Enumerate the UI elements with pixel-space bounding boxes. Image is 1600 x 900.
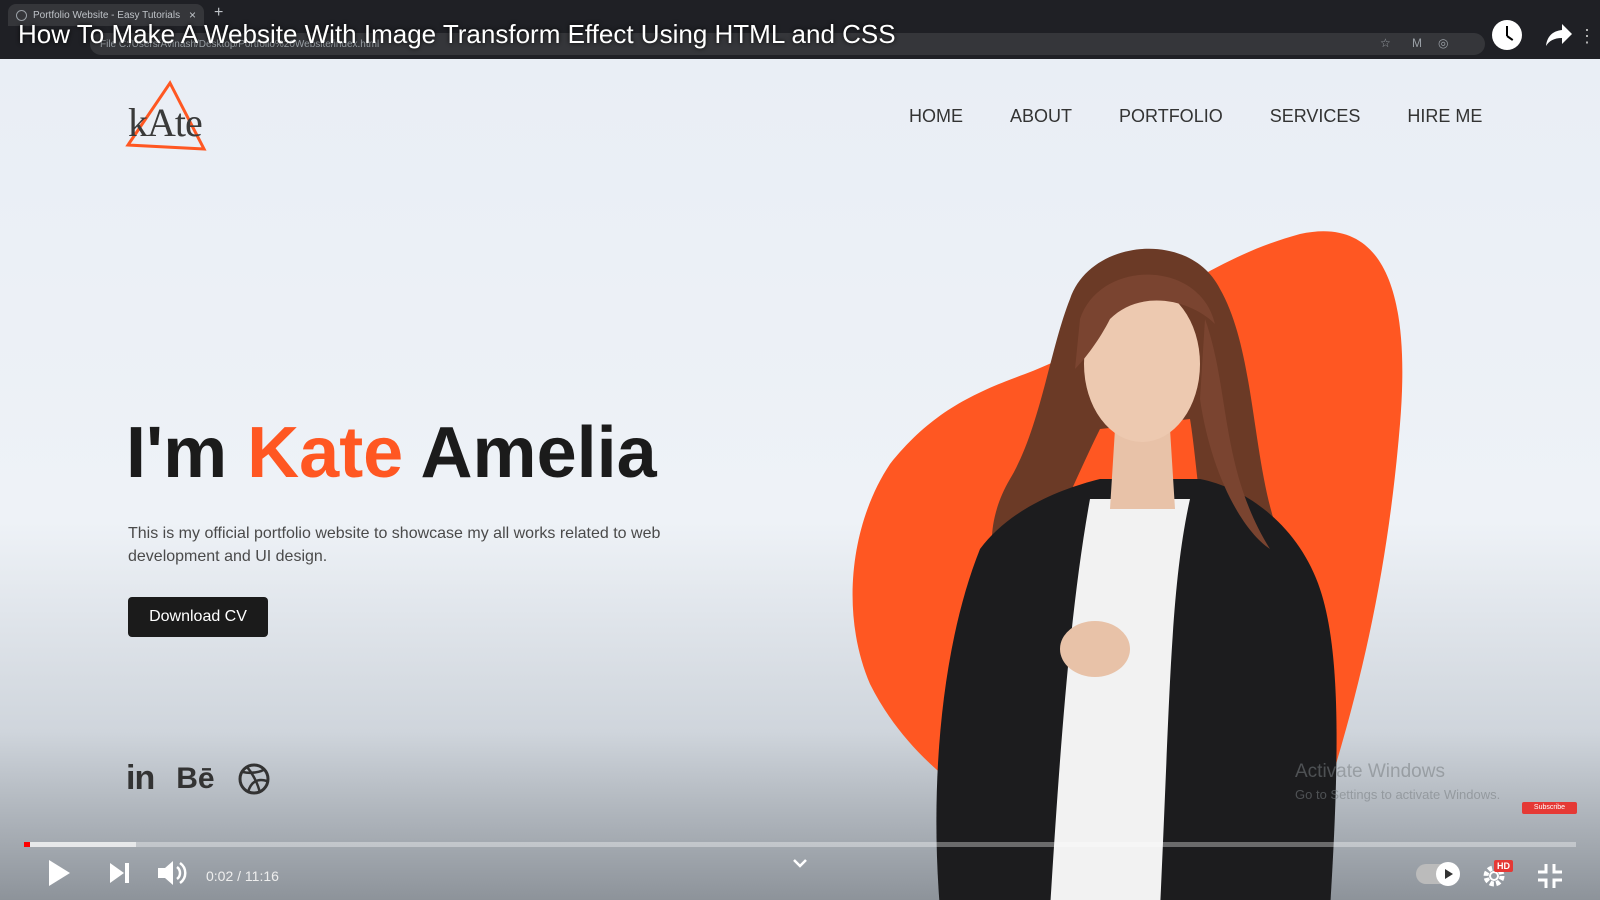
watermark-line-1: Activate Windows: [1295, 761, 1445, 782]
nav-portfolio[interactable]: PORTFOLIO: [1119, 106, 1223, 127]
windows-activation-watermark: Activate Windows Go to Settings to activ…: [1295, 761, 1500, 802]
video-progress-bar[interactable]: [24, 842, 1576, 847]
hero-title: I'm Kate Amelia: [126, 412, 657, 494]
star-icon[interactable]: ☆: [1380, 36, 1391, 50]
subscribe-badge[interactable]: Subscribe: [1522, 802, 1577, 814]
dribbble-icon[interactable]: [237, 762, 271, 796]
time-display: 0:02 / 11:16: [206, 868, 279, 884]
hero-title-accent: Kate: [247, 413, 404, 493]
autoplay-play-icon: [1436, 862, 1460, 886]
nav-hire-me[interactable]: HIRE ME: [1407, 106, 1482, 127]
play-icon[interactable]: [46, 858, 72, 888]
hero-title-prefix: I'm: [126, 413, 248, 493]
hero-title-suffix: Amelia: [403, 413, 657, 493]
social-links: in Bē: [126, 759, 271, 798]
website-viewport: kAte HOME ABOUT PORTFOLIO SERVICES HIRE …: [0, 59, 1600, 900]
share-icon[interactable]: [1544, 22, 1574, 48]
logo-text: kAte: [128, 100, 203, 145]
autoplay-toggle[interactable]: [1416, 862, 1460, 886]
nav-home[interactable]: HOME: [909, 106, 963, 127]
watermark-line-2: Go to Settings to activate Windows.: [1295, 787, 1501, 802]
linkedin-icon[interactable]: in: [126, 759, 155, 798]
main-nav: HOME ABOUT PORTFOLIO SERVICES HIRE ME: [909, 106, 1482, 127]
more-options-icon[interactable]: ⋮: [1578, 26, 1596, 47]
hd-quality-badge: HD: [1494, 860, 1513, 872]
progress-buffered: [24, 842, 136, 847]
behance-icon[interactable]: Bē: [176, 762, 214, 796]
gmail-extension-icon[interactable]: M: [1412, 36, 1422, 50]
volume-icon[interactable]: [156, 858, 190, 888]
progress-played: [24, 842, 30, 847]
extension-icon[interactable]: ◎: [1438, 36, 1448, 50]
nav-about[interactable]: ABOUT: [1010, 106, 1072, 127]
video-title[interactable]: How To Make A Website With Image Transfo…: [18, 19, 896, 50]
hero-description: This is my official portfolio website to…: [128, 525, 661, 565]
player-controls: 0:02 / 11:16 HD: [0, 852, 1600, 900]
chevron-down-icon[interactable]: [792, 856, 808, 870]
exit-fullscreen-icon[interactable]: [1536, 862, 1564, 890]
site-logo[interactable]: kAte: [124, 79, 224, 159]
next-video-icon[interactable]: [108, 858, 132, 888]
nav-services[interactable]: SERVICES: [1270, 106, 1361, 127]
download-cv-button[interactable]: Download CV: [128, 597, 268, 637]
watch-later-icon[interactable]: [1492, 20, 1522, 50]
